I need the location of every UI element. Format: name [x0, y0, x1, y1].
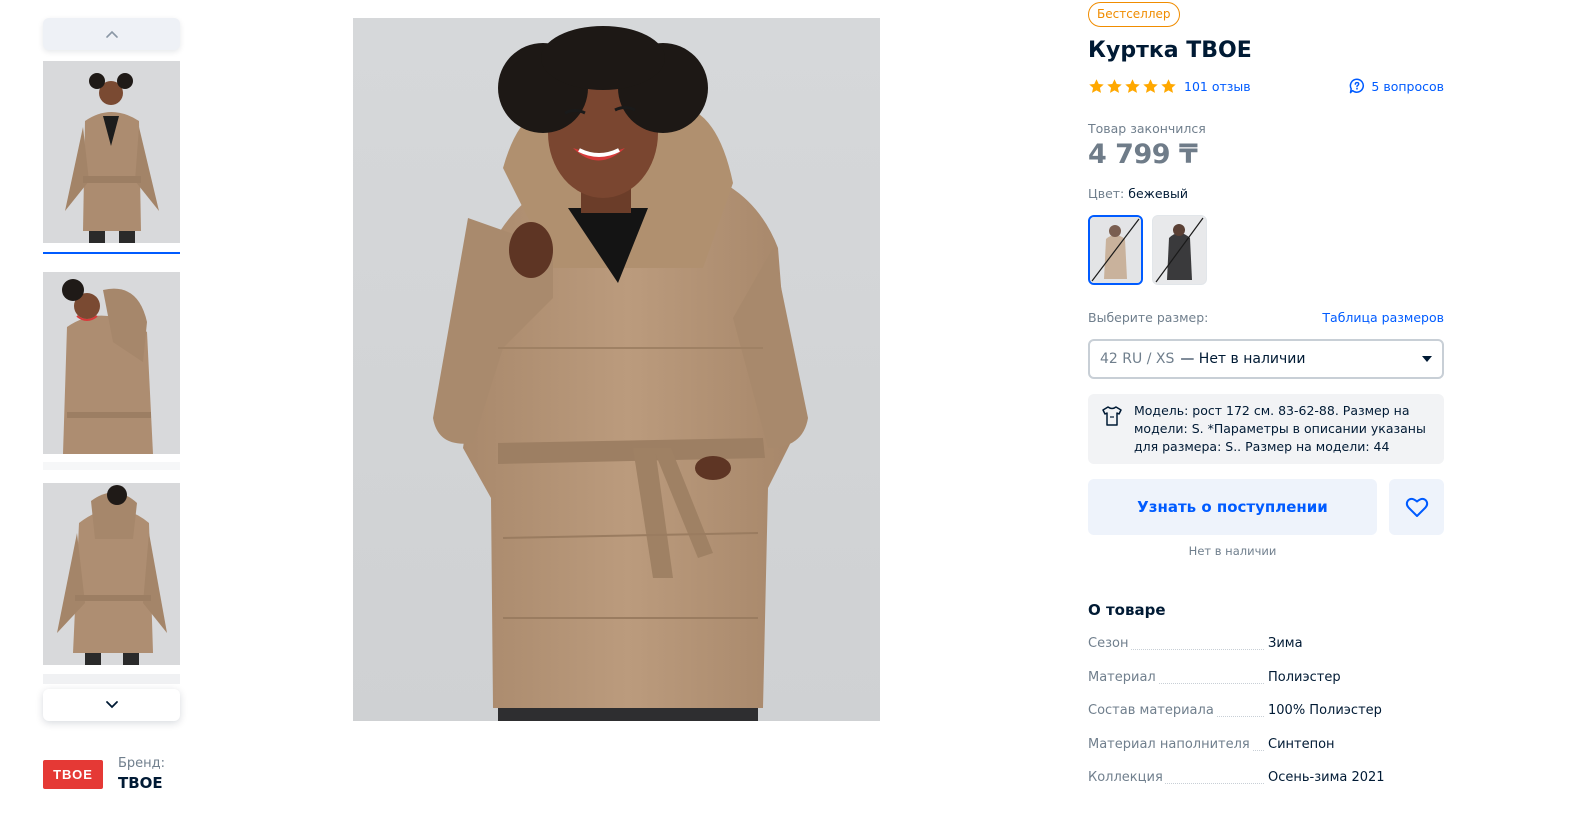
size-selected-value: 42 RU / XS: [1100, 351, 1175, 367]
spec-row-season: Сезон Зима: [1088, 636, 1448, 654]
spec-key-label: Материал наполнителя: [1088, 737, 1252, 752]
color-info: Цвет: бежевый: [1088, 186, 1188, 201]
main-product-image[interactable]: [353, 18, 880, 721]
model-info-text: Модель: рост 172 см. 83-62-88. Размер на…: [1134, 403, 1426, 454]
question-bubble-icon: [1350, 78, 1365, 94]
brand-name-link[interactable]: ТВОЕ: [118, 774, 163, 792]
spec-value: 100% Полиэстер: [1268, 703, 1382, 718]
brand-logo[interactable]: ТВОЕ: [43, 760, 103, 789]
active-thumbnail-indicator: [43, 252, 180, 254]
product-photo-back: [43, 483, 180, 665]
tshirt-icon: [1102, 406, 1122, 426]
thumbnail-partial: [43, 674, 180, 684]
star-icon: [1089, 79, 1104, 93]
spec-row-composition: Состав материала 100% Полиэстер: [1088, 703, 1448, 721]
thumbnail-front[interactable]: [43, 61, 180, 243]
not-available-note: Нет в наличии: [1188, 544, 1277, 558]
dropdown-caret-icon: [1422, 355, 1432, 362]
model-info-box: Модель: рост 172 см. 83-62-88. Размер на…: [1088, 394, 1444, 464]
spec-key: Коллекция: [1088, 770, 1266, 785]
color-label: Цвет:: [1088, 186, 1125, 201]
product-title: Куртка ТВОЕ: [1088, 38, 1252, 63]
product-photo-front: [43, 61, 180, 243]
spec-value: Зима: [1268, 636, 1303, 651]
reviews-link[interactable]: 101 отзыв: [1184, 79, 1251, 94]
spec-key-label: Сезон: [1088, 636, 1131, 651]
questions-link[interactable]: 5 вопросов: [1349, 78, 1444, 94]
star-icon: [1161, 79, 1176, 93]
thumbnails-scroll-up-button[interactable]: [43, 18, 180, 50]
spec-value: Синтепон: [1268, 737, 1335, 752]
swatch-image-beige: [1090, 217, 1141, 283]
questions-link-label: 5 вопросов: [1371, 78, 1444, 94]
spec-row-filler: Материал наполнителя Синтепон: [1088, 737, 1448, 755]
product-photo-main: [353, 18, 880, 721]
spec-row-material: Материал Полиэстер: [1088, 670, 1448, 688]
thumbnail-side[interactable]: [43, 272, 180, 454]
size-label: Выберите размер:: [1088, 310, 1209, 325]
star-icon: [1143, 79, 1158, 93]
spec-key: Состав материала: [1088, 703, 1266, 718]
swatch-image-black: [1153, 216, 1206, 284]
star-icon: [1125, 79, 1140, 93]
spec-row-collection: Коллекция Осень-зима 2021: [1088, 770, 1448, 788]
spec-key: Сезон: [1088, 636, 1266, 651]
color-swatch-beige[interactable]: [1088, 215, 1143, 285]
thumbnail-divider: [43, 462, 180, 470]
size-availability: — Нет в наличии: [1180, 351, 1306, 367]
bestseller-badge: Бестселлер: [1088, 2, 1180, 27]
rating-stars[interactable]: [1088, 78, 1177, 95]
product-photo-side: [43, 272, 180, 454]
spec-value: Полиэстер: [1268, 670, 1341, 685]
thumbnails-scroll-down-button[interactable]: [43, 689, 180, 721]
about-product-title: О товаре: [1088, 601, 1166, 619]
brand-caption: Бренд:: [118, 756, 166, 771]
spec-key-label: Коллекция: [1088, 770, 1165, 785]
notify-arrival-button[interactable]: Узнать о поступлении: [1088, 479, 1377, 535]
sold-out-label: Товар закончился: [1088, 121, 1206, 136]
color-value: бежевый: [1128, 186, 1188, 201]
star-icon: [1107, 79, 1122, 93]
chevron-down-icon: [105, 701, 118, 709]
spec-value: Осень-зима 2021: [1268, 770, 1385, 785]
product-price: 4 799 ₸: [1088, 139, 1198, 170]
size-table-link[interactable]: Таблица размеров: [1322, 310, 1444, 325]
chevron-up-icon: [105, 30, 118, 38]
spec-key-label: Состав материала: [1088, 703, 1216, 718]
spec-key: Материал: [1088, 670, 1266, 685]
add-to-favorites-button[interactable]: [1389, 479, 1444, 535]
thumbnail-back[interactable]: [43, 483, 180, 665]
size-dropdown[interactable]: 42 RU / XS — Нет в наличии: [1088, 339, 1444, 379]
spec-key-label: Материал: [1088, 670, 1158, 685]
brand-logo-text: ТВОЕ: [53, 767, 93, 782]
spec-key: Материал наполнителя: [1088, 737, 1266, 752]
heart-icon: [1405, 497, 1428, 517]
color-swatch-black[interactable]: [1152, 215, 1207, 285]
